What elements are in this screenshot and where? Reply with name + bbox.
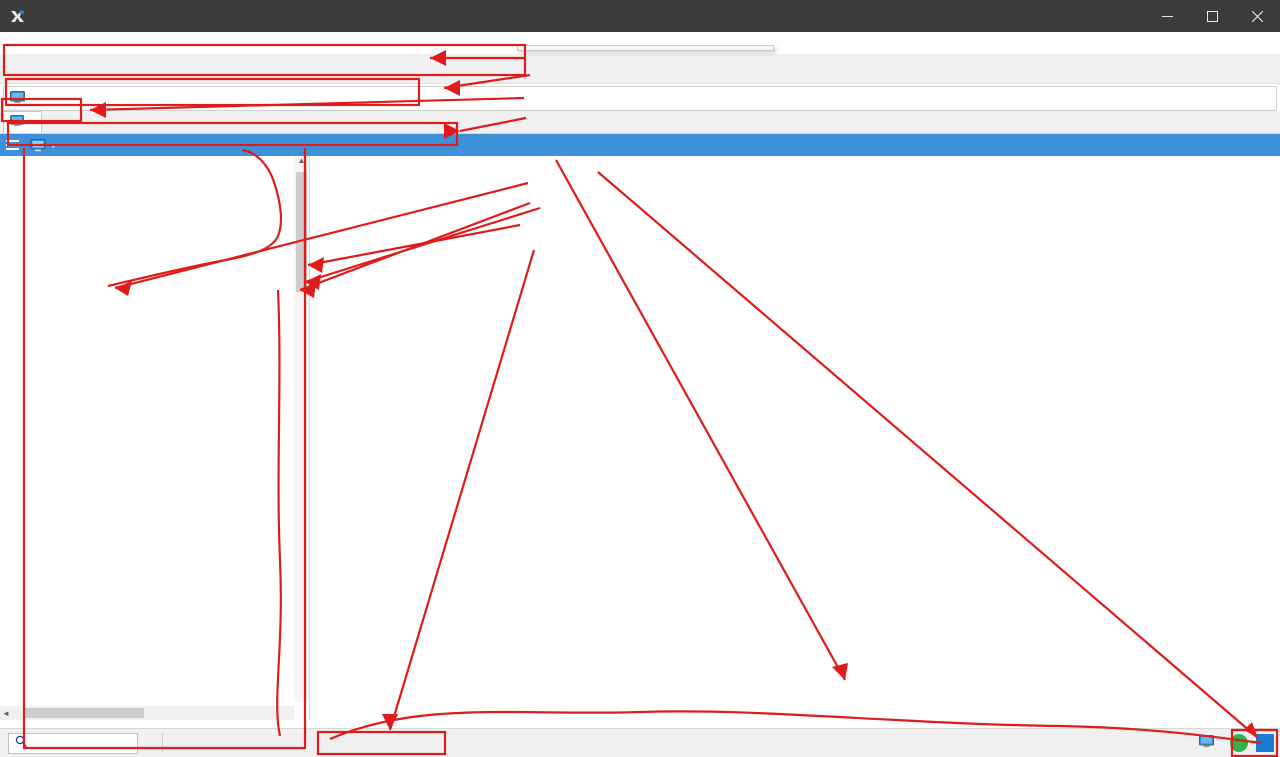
close-button[interactable] [1235,0,1280,32]
tab-this-pc[interactable] [3,111,42,133]
scroll-thumb[interactable] [24,708,144,718]
window-controls [1145,0,1280,32]
xyplorer-icon [9,8,26,25]
main-body: ▲ ◄ [0,156,1280,720]
status-divider [162,733,163,753]
tree-vertical-scrollbar[interactable]: ▲ [294,156,309,702]
status-bar [0,728,1280,757]
file-list-pane [310,156,1280,720]
title-bar [0,0,1280,32]
monitor-icon [30,139,46,152]
hamburger-icon[interactable] [6,140,19,150]
scroll-up-arrow-icon[interactable]: ▲ [298,156,306,170]
maximize-button[interactable] [1190,0,1235,32]
status-expand-badge[interactable] [1256,734,1274,752]
toolbar [0,54,1280,84]
status-right-group [1199,734,1280,752]
scroll-thumb[interactable] [296,172,307,292]
status-ok-badge[interactable] [1230,734,1248,752]
scroll-left-arrow-icon[interactable]: ◄ [0,709,12,718]
tree-horizontal-scrollbar[interactable]: ◄ [0,706,294,720]
monitor-icon [10,91,25,107]
breadcrumb: ▸ [0,134,1280,156]
minimize-button[interactable] [1145,0,1190,32]
xyplorer-window: ▸ ▲ ◄ [0,0,1280,757]
magnifier-icon [15,735,28,751]
monitor-icon [10,115,24,130]
drive-grid [310,156,1280,164]
breadcrumb-separator: ▸ [50,140,59,151]
window-menu-dropdown[interactable] [517,45,774,51]
navigation-tree-pane: ▲ ◄ [0,156,310,720]
address-bar[interactable] [3,86,1277,111]
tree-list [0,156,309,702]
tab-bar [0,111,1280,134]
monitor-icon [1199,735,1214,751]
live-filter-box[interactable] [8,733,138,754]
